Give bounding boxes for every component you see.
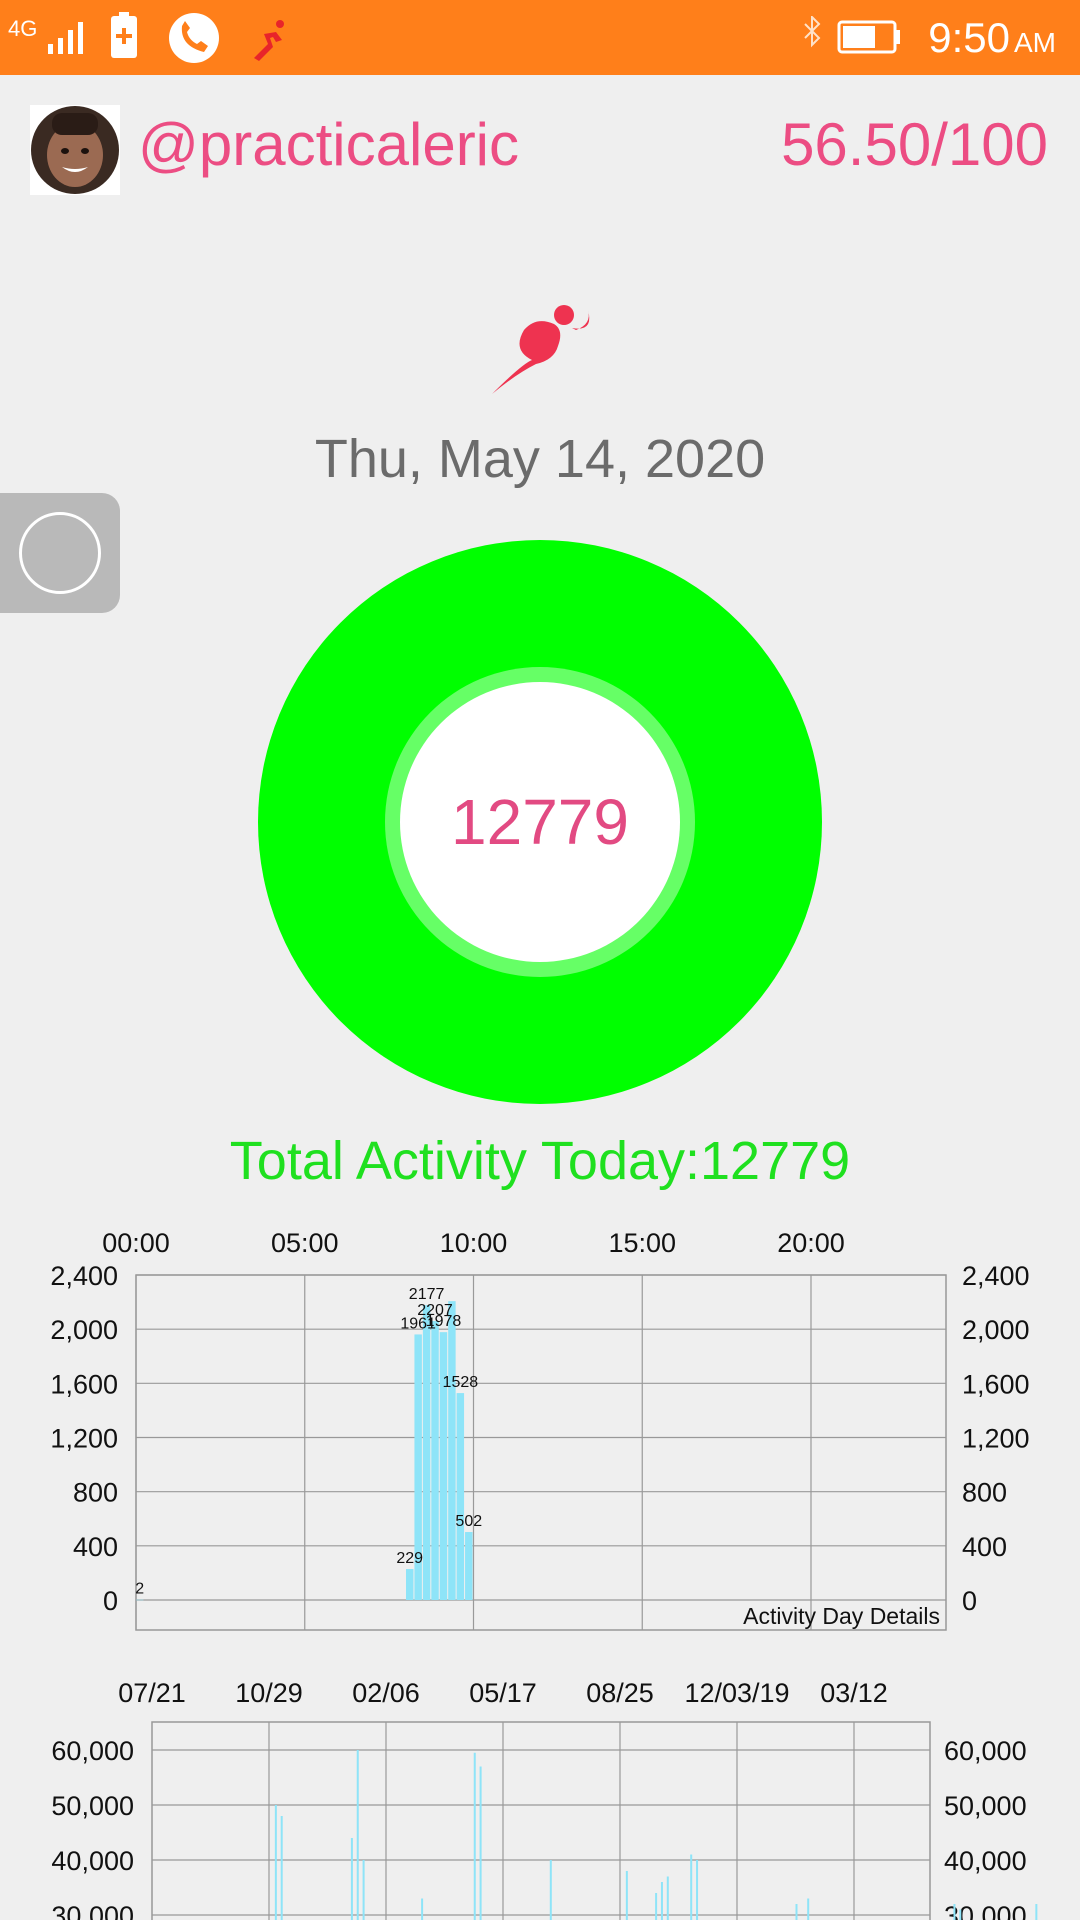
x-tick-label: 10/29	[235, 1678, 303, 1708]
y-tick-label-left: 50,000	[51, 1791, 134, 1821]
clock-ampm: AM	[1014, 27, 1056, 58]
y-tick-label-right: 1,200	[962, 1424, 1030, 1454]
activity-history-chart[interactable]: 07/21 10/29 02/06 05/17 08/25 12/03/19 03/12 30…	[0, 1660, 1080, 1920]
bar	[959, 1909, 962, 1920]
y-tick-label-left: 1,200	[50, 1424, 118, 1454]
donut-value: 12779	[451, 786, 629, 858]
y-tick-label-right: 60,000	[944, 1736, 1027, 1766]
bar	[549, 1860, 552, 1920]
x-tick-label: 05:00	[271, 1228, 339, 1258]
status-icons: 4G	[8, 12, 284, 63]
username[interactable]: @practicaleric	[138, 110, 519, 179]
runner-icon	[492, 305, 590, 394]
score: 56.50/100	[781, 111, 1048, 178]
bar	[625, 1871, 628, 1920]
y-tick-label-right: 400	[962, 1532, 1007, 1562]
x-tick-label: 12/03/19	[684, 1678, 789, 1708]
bar	[953, 1904, 956, 1920]
avatar[interactable]	[30, 105, 120, 195]
bar	[422, 1305, 431, 1600]
bar	[690, 1854, 693, 1920]
chart-title: Activity Day Details	[743, 1603, 940, 1629]
clock-time: 9:50	[928, 14, 1010, 61]
clock: 9:50 AM	[928, 14, 1056, 62]
x-tick-label: 15:00	[608, 1228, 676, 1258]
bar-data-label: 1528	[443, 1374, 479, 1391]
bar	[431, 1321, 439, 1600]
y-tick-label-left: 1,600	[50, 1369, 118, 1399]
y-tick-label-right: 40,000	[944, 1846, 1027, 1876]
avatar-image	[31, 106, 119, 194]
bar-data-label: 2	[135, 1581, 144, 1598]
x-tick-label: 05/17	[469, 1678, 537, 1708]
bar	[362, 1860, 365, 1920]
x-tick-label: 02/06	[352, 1678, 420, 1708]
bar-data-label: 502	[455, 1513, 482, 1530]
bar	[1035, 1904, 1038, 1920]
bar	[479, 1766, 482, 1920]
bar	[136, 1599, 144, 1601]
bar	[795, 1904, 798, 1920]
status-bar: 4G 9:50 AM	[0, 0, 1080, 75]
y-tick-label-right: 0	[962, 1586, 977, 1616]
status-right-icons	[804, 16, 900, 54]
x-tick-label: 07/21	[118, 1678, 186, 1708]
bar	[274, 1805, 277, 1920]
bar	[473, 1752, 476, 1920]
y-tick-label-right: 30,000	[944, 1901, 1027, 1920]
x-tick-label: 00:00	[102, 1228, 170, 1258]
y-tick-label-right: 800	[962, 1478, 1007, 1508]
bar-data-label: 1978	[426, 1313, 462, 1330]
y-tick-label-right: 1,600	[962, 1369, 1030, 1399]
floating-assistive-button[interactable]	[0, 493, 120, 613]
plot-area	[135, 1274, 947, 1631]
x-tick-label: 03/12	[820, 1678, 888, 1708]
total-activity-label: Total Activity Today:12779	[229, 1131, 851, 1191]
date-label[interactable]: Thu, May 14, 2020	[0, 428, 1080, 490]
bar	[465, 1532, 473, 1600]
bar	[660, 1882, 663, 1920]
y-tick-label-left: 30,000	[51, 1901, 134, 1920]
y-tick-label-left: 60,000	[51, 1736, 134, 1766]
runner-icon	[254, 20, 284, 61]
battery-saver-icon	[111, 12, 137, 58]
bar	[406, 1568, 414, 1600]
bar	[807, 1898, 810, 1920]
x-tick-label: 20:00	[777, 1228, 845, 1258]
y-tick-label-left: 800	[73, 1478, 118, 1508]
y-tick-label-left: 400	[73, 1532, 118, 1562]
network-type-label: 4G	[8, 16, 37, 41]
bar-data-label: 2177	[409, 1286, 445, 1303]
bar	[439, 1332, 448, 1600]
x-tick-label: 08/25	[586, 1678, 654, 1708]
phone-icon	[169, 13, 219, 63]
bar	[350, 1838, 353, 1920]
battery-icon	[837, 20, 900, 54]
y-tick-label-right: 2,400	[962, 1261, 1030, 1291]
bar	[456, 1393, 465, 1600]
bar	[696, 1860, 699, 1920]
bar	[356, 1750, 359, 1920]
y-tick-label-left: 0	[103, 1586, 118, 1616]
y-tick-label-left: 2,000	[50, 1315, 118, 1345]
bar	[655, 1893, 658, 1920]
bar	[448, 1301, 456, 1600]
bar	[666, 1876, 669, 1920]
bar-data-label: 229	[396, 1550, 423, 1567]
bar	[280, 1816, 283, 1920]
x-tick-label: 10:00	[440, 1228, 508, 1258]
y-tick-label-left: 2,400	[50, 1261, 118, 1291]
y-tick-label-right: 50,000	[944, 1791, 1027, 1821]
bar	[421, 1898, 424, 1920]
signal-icon	[48, 22, 83, 54]
y-tick-label-right: 2,000	[962, 1315, 1030, 1345]
activity-day-chart[interactable]: 00:00 05:00 10:00 15:00 20:00 0 0 400 400 800 800 1…	[0, 1215, 1080, 1645]
y-tick-label-left: 40,000	[51, 1846, 134, 1876]
circle-icon	[19, 512, 101, 594]
bluetooth-icon	[804, 16, 821, 48]
